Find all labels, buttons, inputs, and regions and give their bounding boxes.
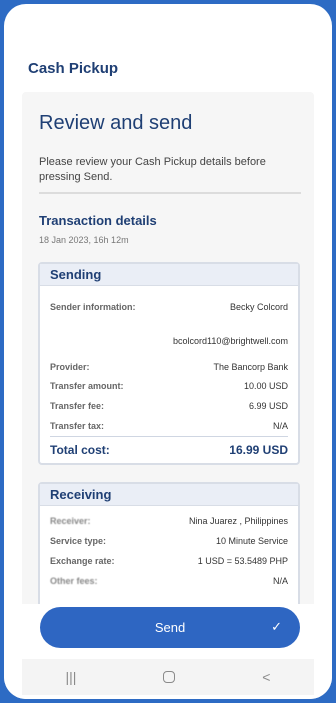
other-fees-label: Other fees:: [50, 576, 98, 586]
check-icon: ✓: [271, 619, 282, 634]
provider-row: Provider: The Bancorp Bank: [50, 362, 288, 372]
service-value: 10 Minute Service: [215, 536, 288, 546]
android-nav-bar: ||| <: [22, 659, 314, 695]
total-row: Total cost: 16.99 USD: [50, 443, 288, 457]
sending-card: Sending Sender information: Becky Colcor…: [38, 262, 300, 465]
rate-value: 1 USD = 53.5489 PHP: [197, 556, 288, 566]
transaction-timestamp: 18 Jan 2023, 16h 12m: [39, 235, 129, 245]
service-label: Service type:: [50, 536, 107, 546]
fee-label: Transfer fee:: [50, 401, 105, 411]
sending-title: Sending: [40, 264, 298, 286]
tax-row: Transfer tax: N/A: [50, 421, 288, 431]
total-divider: [50, 436, 288, 437]
amount-label: Transfer amount:: [50, 381, 124, 391]
receiver-value: Nina Juarez , Philippines: [188, 516, 288, 526]
amount-value: 10.00 USD: [243, 381, 288, 391]
sender-label: Sender information:: [50, 302, 136, 312]
sender-email: bcolcord110@brightwell.com: [172, 336, 288, 346]
send-label: Send: [154, 620, 186, 635]
other-fees-row: Other fees: N/A: [50, 576, 288, 586]
divider: [39, 192, 301, 194]
rate-label: Exchange rate:: [50, 556, 115, 566]
recents-icon[interactable]: |||: [65, 669, 76, 685]
service-row: Service type: 10 Minute Service: [50, 536, 288, 546]
review-sheet: Review and send Please review your Cash …: [22, 92, 314, 612]
rate-row: Exchange rate: 1 USD = 53.5489 PHP: [50, 556, 288, 566]
receiving-card: Receiving Receiver: Nina Juarez , Philip…: [38, 482, 300, 612]
page-subtitle: Please review your Cash Pickup details b…: [39, 156, 266, 183]
total-value: 16.99 USD: [229, 443, 288, 457]
home-icon[interactable]: [163, 671, 176, 683]
header-title: Cash Pickup: [28, 60, 119, 77]
sender-email-row: bcolcord110@brightwell.com: [50, 336, 288, 346]
tax-label: Transfer tax:: [50, 421, 105, 431]
receiver-label: Receiver:: [50, 516, 91, 526]
provider-value: The Bancorp Bank: [213, 362, 288, 372]
sender-name: Becky Colcord: [229, 302, 288, 312]
provider-label: Provider:: [50, 362, 90, 372]
tax-value: N/A: [272, 421, 288, 431]
back-icon[interactable]: <: [262, 669, 270, 685]
other-fees-value: N/A: [272, 576, 288, 586]
send-button[interactable]: Send ✓: [40, 607, 300, 648]
receiving-title: Receiving: [40, 484, 298, 506]
sender-row: Sender information: Becky Colcord: [50, 302, 288, 312]
phone-screen: Cash Pickup Review and send Please revie…: [4, 4, 332, 699]
total-label: Total cost:: [50, 443, 110, 457]
fee-row: Transfer fee: 6.99 USD: [50, 401, 288, 411]
amount-row: Transfer amount: 10.00 USD: [50, 381, 288, 391]
receiver-row: Receiver: Nina Juarez , Philippines: [50, 516, 288, 526]
transaction-heading: Transaction details: [39, 213, 157, 228]
page-title: Review and send: [39, 112, 193, 134]
fee-value: 6.99 USD: [248, 401, 288, 411]
